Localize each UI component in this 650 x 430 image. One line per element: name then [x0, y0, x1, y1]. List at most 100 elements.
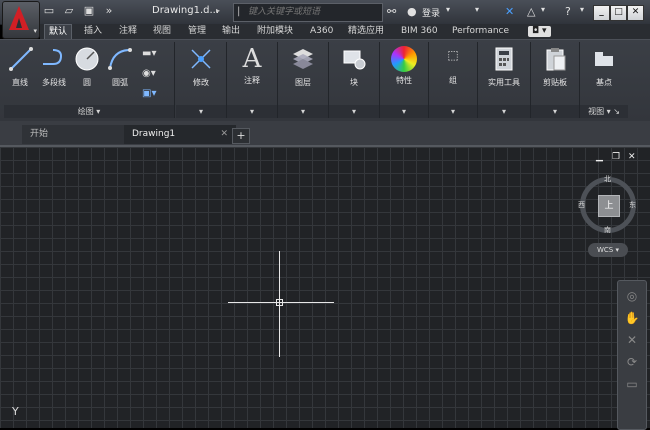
binoculars-icon[interactable]: ⚯ [387, 5, 396, 18]
layers-panel: 图层 ▾ [278, 42, 329, 118]
login-dropdown-icon[interactable]: ▾ [446, 5, 450, 14]
tab-view[interactable]: 视图 [149, 24, 175, 39]
clipboard-panel-footer[interactable]: ▾ [531, 105, 579, 118]
modify-button[interactable]: 修改 [186, 46, 216, 88]
utilities-label: 实用工具 [488, 78, 520, 87]
draw-panel-footer[interactable]: 绘图 ▾ [4, 105, 174, 118]
maximize-button[interactable]: □ [610, 5, 627, 21]
groups-button[interactable]: ⬚ 组 [438, 46, 468, 86]
tab-a360[interactable]: A360 [306, 24, 337, 39]
viewport-restore-icon[interactable]: ❐ [612, 152, 620, 162]
exchange-apps-icon[interactable]: ✕ [505, 5, 514, 18]
viewcube-south[interactable]: 南 [604, 225, 611, 235]
pan-hand-icon[interactable]: ✋ [618, 311, 646, 325]
help-icon[interactable]: ? [565, 5, 571, 18]
orbit-icon[interactable]: ⟳ [618, 355, 646, 369]
dropdown-icon[interactable]: ▾ [475, 5, 479, 14]
base-point-button[interactable]: 基点 [584, 46, 624, 88]
viewcube-north[interactable]: 北 [604, 174, 611, 184]
help-dropdown-icon[interactable]: ▾ [580, 5, 584, 14]
a360-icon[interactable]: △ [527, 5, 535, 18]
viewcube-east[interactable]: 东 [629, 200, 636, 210]
title-expand-icon[interactable]: ▸ [216, 6, 220, 15]
wcs-menu[interactable]: WCS ▾ [588, 243, 628, 257]
line-button[interactable]: 直线 [8, 46, 33, 88]
base-view-icon [595, 52, 613, 66]
tab-performance[interactable]: Performance [448, 24, 513, 39]
zoom-icon[interactable]: ✕ [618, 333, 646, 347]
polyline-button[interactable]: 多段线 [38, 46, 70, 88]
circle-button[interactable]: 圆 [74, 46, 100, 88]
utilities-button[interactable]: 实用工具 [481, 46, 527, 88]
view-panel: 基点 视图 ▾ ↘ [580, 42, 628, 118]
tab-default[interactable]: 默认 [44, 24, 73, 40]
quick-access-toolbar: ▭ ▱ ▣ » [42, 4, 116, 18]
region-icon[interactable]: ▣▾ [142, 88, 156, 99]
hatch-icon[interactable]: ◉▾ [142, 68, 156, 79]
search-box[interactable]: | [233, 3, 383, 22]
showmotion-icon[interactable]: ▭ [618, 377, 646, 391]
save-icon[interactable]: ▣ [82, 4, 96, 18]
annotation-panel-footer[interactable]: ▾ [227, 105, 277, 118]
ribbon-toggle-icon[interactable]: ◘ ▾ [528, 26, 551, 37]
viewcube-top-face[interactable]: 上 [598, 195, 620, 217]
clipboard-button[interactable]: 剪贴板 [535, 46, 575, 88]
arc-label: 圆弧 [112, 78, 128, 87]
properties-button[interactable]: 特性 [389, 46, 419, 86]
tab-featured-apps[interactable]: 精选应用 [344, 24, 388, 39]
base-point-label: 基点 [596, 78, 612, 87]
wcs-label: WCS [596, 246, 614, 254]
tab-manage[interactable]: 管理 [184, 24, 210, 39]
viewport-minimize-icon[interactable]: ▁ [596, 152, 603, 162]
new-tab-button[interactable]: + [232, 128, 250, 144]
polyline-label: 多段线 [42, 78, 66, 87]
tab-addins[interactable]: 附加模块 [253, 24, 297, 39]
viewcube-west[interactable]: 西 [578, 200, 585, 210]
annotation-button[interactable]: A 注释 [237, 46, 267, 86]
layers-panel-footer[interactable]: ▾ [278, 105, 328, 118]
document-title: Drawing1.d... [152, 5, 220, 16]
title-bar: ▾ ▭ ▱ ▣ » Drawing1.d... ▸ | ⚯ ● 登录 ▾ ▾ ✕… [0, 0, 650, 39]
tab-bim360[interactable]: BIM 360 [397, 24, 442, 39]
a360-dropdown-icon[interactable]: ▾ [541, 5, 545, 14]
groups-label: 组 [449, 76, 457, 85]
crosshair-pickbox [276, 299, 283, 306]
text-a-icon: A [242, 44, 262, 74]
circle-label: 圆 [83, 78, 91, 87]
file-tab-start[interactable]: 开始 [22, 125, 126, 144]
properties-panel: 特性 ▾ [380, 42, 429, 118]
close-button[interactable]: ✕ [627, 5, 644, 21]
open-folder-icon[interactable]: ▱ [62, 4, 76, 18]
minimize-button[interactable]: _ [593, 5, 610, 21]
ucs-y-axis-label: Y [12, 405, 19, 418]
viewport-close-icon[interactable]: ✕ [628, 152, 636, 162]
annotation-panel: A 注释 ▾ [227, 42, 278, 118]
group-icon: ⬚ [447, 48, 459, 62]
file-tab-drawing1[interactable]: Drawing1 ✕ [124, 125, 236, 144]
steering-wheel-icon[interactable]: ◎ [618, 289, 646, 303]
block-panel-footer[interactable]: ▾ [329, 105, 379, 118]
modify-panel-footer[interactable]: ▾ [176, 105, 226, 118]
login-button[interactable]: 登录 [422, 6, 440, 19]
clipboard-icon [546, 48, 566, 71]
arc-button[interactable]: 圆弧 [106, 46, 134, 88]
more-tools-icon[interactable]: » [102, 4, 116, 18]
groups-panel-footer[interactable]: ▾ [429, 105, 477, 118]
close-tab-icon[interactable]: ✕ [220, 125, 228, 144]
user-icon[interactable]: ● [407, 5, 417, 18]
search-input[interactable] [248, 5, 378, 19]
new-file-icon[interactable]: ▭ [42, 4, 56, 18]
utilities-panel-footer[interactable]: ▾ [478, 105, 530, 118]
layers-button[interactable]: 图层 [288, 46, 318, 88]
rectangle-icon[interactable]: ▬▾ [142, 48, 156, 59]
block-button[interactable]: 块 [339, 46, 369, 88]
groups-panel: ⬚ 组 ▾ [429, 42, 478, 118]
tab-annotate[interactable]: 注释 [115, 24, 141, 39]
color-wheel-icon [391, 46, 417, 72]
tab-insert[interactable]: 插入 [80, 24, 106, 39]
application-menu-button[interactable]: ▾ [2, 1, 40, 39]
view-panel-footer[interactable]: 视图 ▾ ↘ [580, 105, 628, 118]
drawing-canvas[interactable] [0, 147, 650, 428]
tab-output[interactable]: 输出 [218, 24, 244, 39]
properties-panel-footer[interactable]: ▾ [380, 105, 428, 118]
